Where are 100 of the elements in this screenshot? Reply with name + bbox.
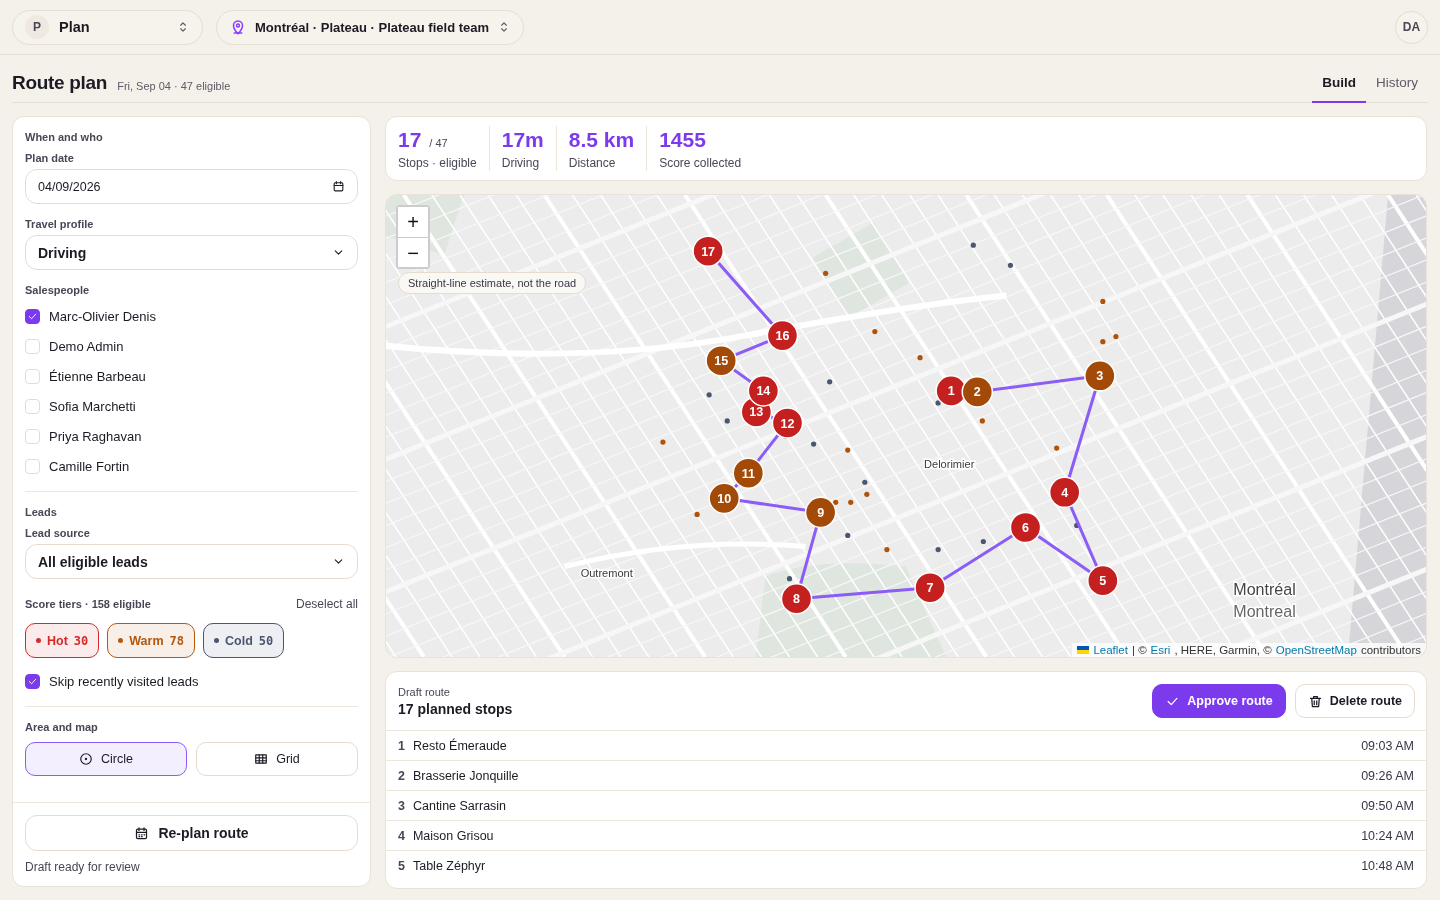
checkbox-label: Marc-Olivier Denis (49, 308, 156, 324)
circle-dot-icon (79, 752, 93, 766)
checkbox-label: Sofia Marchetti (49, 398, 136, 414)
stat-label: Stops · eligible (398, 155, 477, 170)
stop-marker[interactable]: 2 (961, 376, 994, 408)
tier-chip[interactable]: Cold 50 (203, 623, 285, 658)
attribution-text: | © (1131, 644, 1147, 656)
area-mode-button[interactable]: Grid (196, 742, 358, 776)
workspace-initial: P (25, 15, 49, 39)
attribution-link[interactable]: Esri (1150, 644, 1171, 656)
stat-label: Score collected (659, 155, 742, 170)
field-label: Salespeople (25, 284, 91, 296)
stop-marker[interactable]: 14 (747, 375, 780, 407)
stop-time: 09:26 AM (1361, 768, 1414, 783)
stop-time: 09:03 AM (1361, 738, 1414, 753)
checkbox-label: Camille Fortin (49, 458, 130, 474)
status-text: Draft ready for review (25, 860, 141, 874)
grid-icon (254, 752, 269, 766)
attribution-link[interactable]: OpenStreetMap (1275, 644, 1357, 656)
place-label: Montreal (1233, 601, 1296, 620)
stop-marker[interactable]: 16 (766, 319, 799, 352)
stop-name: Table Zéphyr (412, 858, 486, 873)
map-note: Straight-line estimate, not the road (398, 272, 587, 294)
flag-icon (1077, 646, 1090, 654)
field-label: Travel profile (25, 218, 95, 230)
date-field[interactable]: 04/09/2026 (25, 169, 358, 204)
attribution-text: contributors (1360, 644, 1421, 656)
card-caption: Draft route (398, 685, 451, 698)
stat-suffix: / 47 (429, 136, 448, 149)
location-selector[interactable]: Montréal · Plateau · Plateau field team (216, 9, 525, 45)
stop-time: 09:50 AM (1361, 798, 1414, 813)
stat-value: 17 (398, 127, 422, 152)
attribution-text: , HERE, Garmin, © (1174, 644, 1272, 656)
place-label: Outremont (580, 566, 633, 579)
checkbox-label: Skip recently visited leads (49, 673, 199, 689)
stop-marker[interactable]: 17 (692, 235, 724, 268)
stop-name: Resto Émeraude (412, 738, 507, 753)
stop-marker[interactable]: 7 (914, 571, 946, 604)
tier-chip[interactable]: Warm 78 (107, 623, 195, 658)
trash-icon (1307, 693, 1323, 709)
calendar-icon (134, 825, 150, 841)
zoom-button[interactable]: − (398, 237, 428, 267)
checkbox[interactable] (25, 308, 40, 324)
field-label: Score tiers · 158 eligible (25, 598, 151, 610)
tab[interactable]: Build (1312, 75, 1366, 103)
stop-marker[interactable]: 12 (771, 407, 804, 439)
section-heading: When and who (25, 131, 104, 143)
stop-marker[interactable]: 11 (732, 457, 765, 490)
stat-label: Driving (501, 155, 541, 170)
stop-marker[interactable]: 3 (1084, 359, 1116, 392)
stop-marker[interactable]: 9 (804, 496, 837, 529)
stop-number: 3 (398, 798, 405, 813)
stop-row[interactable]: 4 Maison Grisou 10:24 AM (386, 821, 1426, 851)
stop-name: Cantine Sarrasin (412, 798, 507, 813)
attribution-link[interactable]: Leaflet (1093, 644, 1128, 656)
approve-route-button[interactable]: Approve route (1152, 684, 1286, 718)
stop-row[interactable]: 2 Brasserie Jonquille 09:26 AM (386, 761, 1426, 791)
checkbox-label: Priya Raghavan (49, 428, 142, 444)
stop-time: 10:24 AM (1361, 828, 1414, 843)
tier-chip[interactable]: Hot 30 (25, 623, 100, 658)
stat-value: 1455 (659, 127, 706, 152)
stop-row[interactable]: 1 Resto Émeraude 09:03 AM (386, 731, 1426, 761)
stop-row[interactable]: 5 Table Zéphyr 10:48 AM (386, 851, 1426, 880)
workspace-selector[interactable]: P Plan (12, 9, 203, 45)
field-label: Plan date (25, 152, 75, 164)
checkbox[interactable] (25, 673, 40, 689)
deselect-all-link[interactable]: Deselect all (295, 597, 358, 611)
stat-value: 8.5 km (568, 127, 635, 152)
stop-marker[interactable]: 5 (1087, 564, 1119, 597)
lead-source-dropdown[interactable]: All eligible leads (25, 544, 358, 579)
stop-time: 10:48 AM (1361, 858, 1414, 873)
stop-marker[interactable]: 4 (1048, 476, 1081, 509)
stop-number: 1 (398, 738, 405, 753)
delete-route-button[interactable]: Delete route (1294, 684, 1415, 718)
stop-row[interactable]: 3 Cantine Sarrasin 09:50 AM (386, 791, 1426, 821)
stat-label: Distance (568, 155, 617, 170)
stop-number: 5 (398, 858, 405, 873)
re-plan-button[interactable]: Re-plan route (25, 815, 358, 851)
stop-marker[interactable]: 10 (708, 482, 741, 515)
page-title: Route plan (12, 72, 108, 94)
stop-marker[interactable]: 8 (780, 582, 813, 615)
area-mode-button[interactable]: Circle (25, 742, 187, 776)
place-label: Montréal (1233, 579, 1296, 598)
page-subtitle: Fri, Sep 04 · 47 eligible (117, 80, 231, 92)
user-avatar[interactable]: DA (1395, 10, 1428, 44)
checkbox-label: Étienne Barbeau (49, 368, 146, 384)
stop-marker[interactable]: 6 (1009, 511, 1042, 544)
stat-value: 17m (501, 127, 544, 152)
stop-marker[interactable]: 15 (705, 344, 738, 377)
place-label: Delorimier (924, 458, 975, 471)
stop-name: Maison Grisou (412, 828, 494, 843)
section-heading: Area and map (25, 721, 99, 733)
stop-number: 2 (398, 768, 405, 783)
stop-name: Brasserie Jonquille (412, 768, 519, 783)
stop-number: 4 (398, 828, 405, 843)
section-heading: Leads (25, 506, 58, 518)
checkbox-label: Demo Admin (49, 338, 124, 354)
tab[interactable]: History (1366, 75, 1428, 103)
field-label: Lead source (25, 527, 91, 539)
travel-profile-dropdown[interactable]: Driving (25, 235, 358, 270)
